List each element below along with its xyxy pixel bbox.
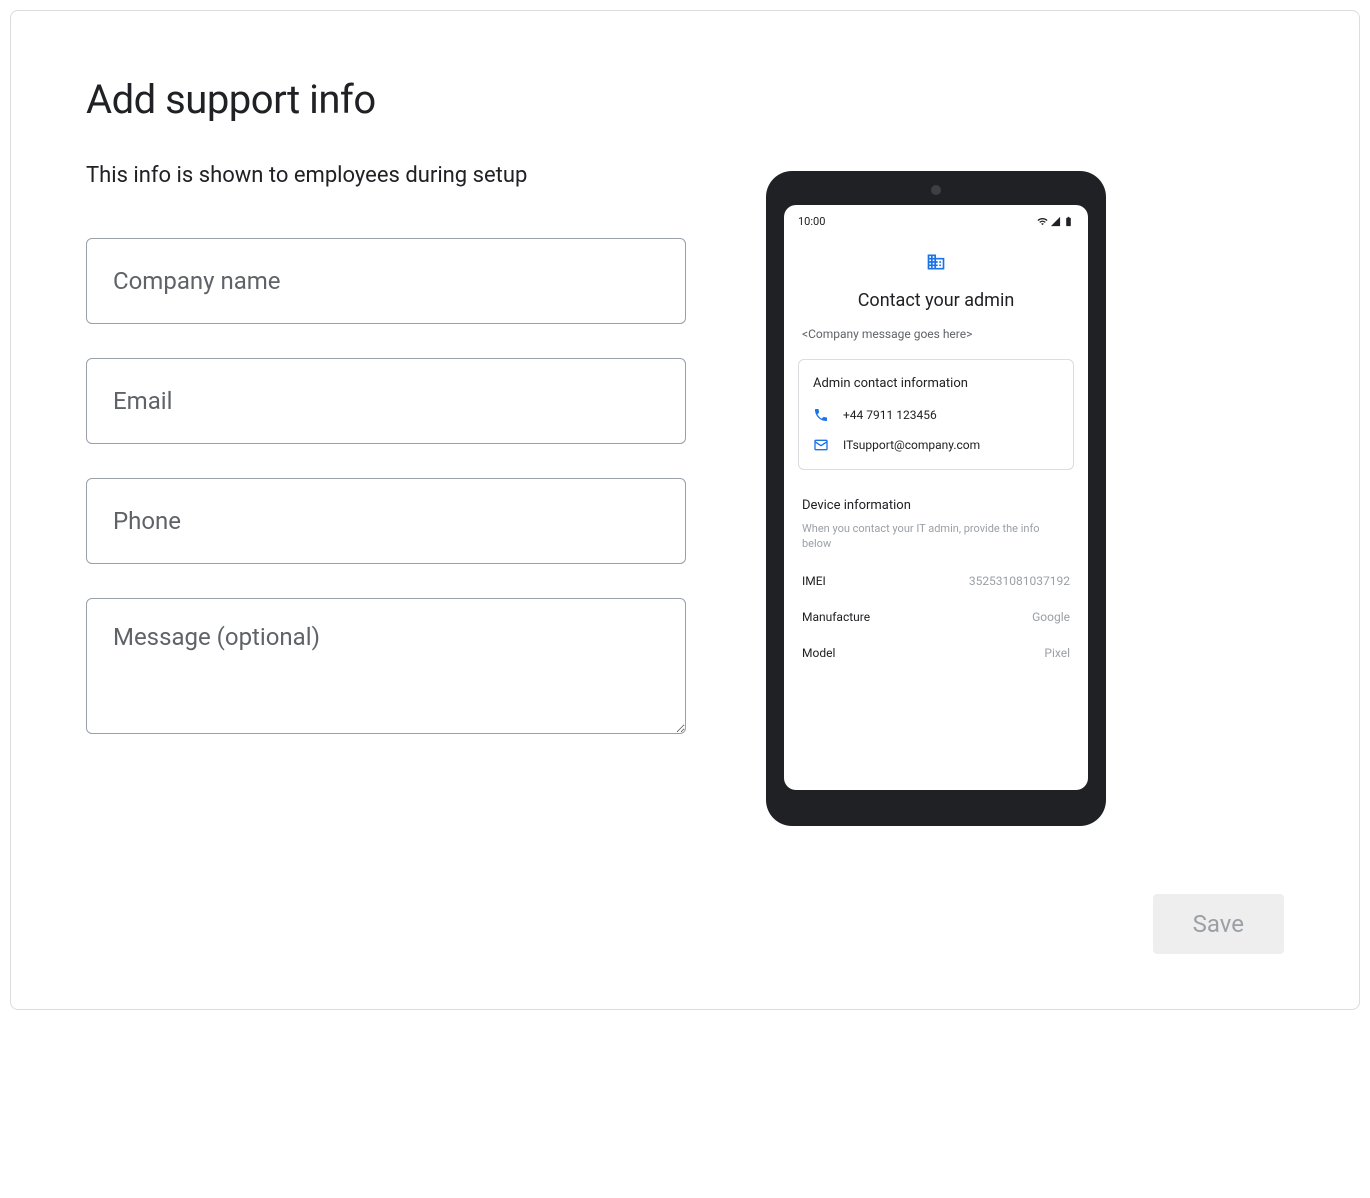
model-label: Model [802,646,835,660]
imei-value: 352531081037192 [969,574,1070,588]
phone-icon [813,407,829,423]
admin-email-value: ITsupport@company.com [843,438,980,452]
device-info-title: Device information [798,498,1074,513]
message-textarea[interactable] [86,598,686,734]
company-message-placeholder: <Company message goes here> [798,327,1074,341]
status-icons [1037,216,1074,227]
signal-icon [1050,216,1061,227]
admin-phone-row: +44 7911 123456 [813,407,1059,423]
page-subtitle: This info is shown to employees during s… [86,163,686,188]
email-input[interactable] [86,358,686,444]
company-name-input[interactable] [86,238,686,324]
imei-label: IMEI [802,574,826,588]
battery-icon [1063,216,1074,227]
status-bar: 10:00 [798,215,1074,228]
status-time: 10:00 [798,215,825,228]
device-info-help: When you contact your IT admin, provide … [798,521,1074,552]
model-value: Pixel [1044,646,1070,660]
contact-header: Contact your admin [798,252,1074,311]
device-imei-row: IMEI 352531081037192 [798,574,1074,588]
mail-icon [813,437,829,453]
wifi-icon [1037,216,1048,227]
manufacture-value: Google [1032,610,1070,624]
admin-contact-title: Admin contact information [813,376,1059,391]
phone-preview: 10:00 Contact your admin <Compa [766,76,1106,826]
manufacture-label: Manufacture [802,610,870,624]
phone-input[interactable] [86,478,686,564]
form-column: Add support info This info is shown to e… [86,76,686,826]
device-manufacture-row: Manufacture Google [798,610,1074,624]
add-support-info-panel: Add support info This info is shown to e… [10,10,1360,1010]
admin-contact-card: Admin contact information +44 7911 12345… [798,359,1074,470]
admin-email-row: ITsupport@company.com [813,437,1059,453]
phone-screen: 10:00 Contact your admin <Compa [784,205,1088,790]
phone-camera-dot [931,185,941,195]
page-title: Add support info [86,76,686,123]
phone-frame: 10:00 Contact your admin <Compa [766,171,1106,826]
device-model-row: Model Pixel [798,646,1074,660]
save-button[interactable]: Save [1153,894,1284,954]
building-icon [926,252,946,276]
contact-title: Contact your admin [798,290,1074,311]
admin-phone-value: +44 7911 123456 [843,408,937,422]
